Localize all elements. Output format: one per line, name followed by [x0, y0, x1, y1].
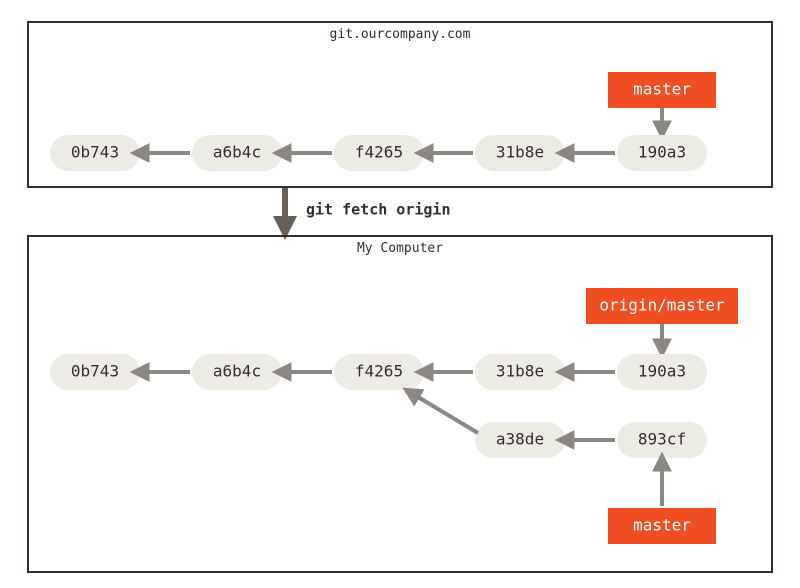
- commits-row-top: 0b743 a6b4c f4265 31b8e 190a3: [50, 135, 707, 171]
- svg-text:31b8e: 31b8e: [496, 143, 544, 162]
- svg-text:f4265: f4265: [355, 143, 403, 162]
- svg-text:a6b4c: a6b4c: [213, 362, 261, 381]
- commits-row-bottom-local: a38de 893cf: [418, 397, 707, 458]
- branch-origin-master-label: origin/master: [599, 296, 725, 315]
- svg-text:a6b4c: a6b4c: [213, 143, 261, 162]
- commit-0b743-bottom: 0b743: [50, 354, 140, 390]
- svg-text:190a3: 190a3: [638, 362, 686, 381]
- top-box: git.ourcompany.com master 0b743 a6b4c f4…: [28, 22, 772, 187]
- svg-text:f4265: f4265: [355, 362, 403, 381]
- branch-master-bottom-label: master: [633, 516, 691, 535]
- svg-text:31b8e: 31b8e: [496, 362, 544, 381]
- commit-893cf: 893cf: [617, 422, 707, 458]
- commit-a6b4c-bottom: a6b4c: [192, 354, 282, 390]
- bottom-box-title: My Computer: [357, 241, 443, 256]
- svg-text:893cf: 893cf: [638, 430, 686, 449]
- branch-master-top-label: master: [633, 80, 691, 99]
- commit-f4265-top: f4265: [334, 135, 424, 171]
- svg-text:a38de: a38de: [496, 430, 544, 449]
- commit-31b8e-bottom: 31b8e: [475, 354, 565, 390]
- svg-text:0b743: 0b743: [71, 362, 119, 381]
- commit-190a3-top: 190a3: [617, 135, 707, 171]
- arrow-a38de-f4265: [418, 397, 478, 433]
- commit-a38de: a38de: [475, 422, 565, 458]
- commit-f4265-bottom: f4265: [334, 354, 424, 390]
- top-box-title: git.ourcompany.com: [330, 27, 471, 42]
- bottom-box: My Computer origin/master 0b743 a6b4c f4…: [28, 236, 772, 572]
- branch-origin-master: origin/master: [586, 288, 738, 324]
- branch-master-top: master: [608, 72, 716, 108]
- commit-0b743-top: 0b743: [50, 135, 140, 171]
- fetch-label: git fetch origin: [306, 201, 451, 219]
- branch-master-bottom: master: [608, 508, 716, 544]
- commit-a6b4c-top: a6b4c: [192, 135, 282, 171]
- commits-row-bottom-main: 0b743 a6b4c f4265 31b8e 190a3: [50, 354, 707, 390]
- git-fetch-diagram: git.ourcompany.com master 0b743 a6b4c f4…: [0, 0, 800, 588]
- fetch-arrow: git fetch origin: [285, 188, 451, 219]
- commit-31b8e-top: 31b8e: [475, 135, 565, 171]
- commit-190a3-bottom: 190a3: [617, 354, 707, 390]
- svg-text:0b743: 0b743: [71, 143, 119, 162]
- svg-text:190a3: 190a3: [638, 143, 686, 162]
